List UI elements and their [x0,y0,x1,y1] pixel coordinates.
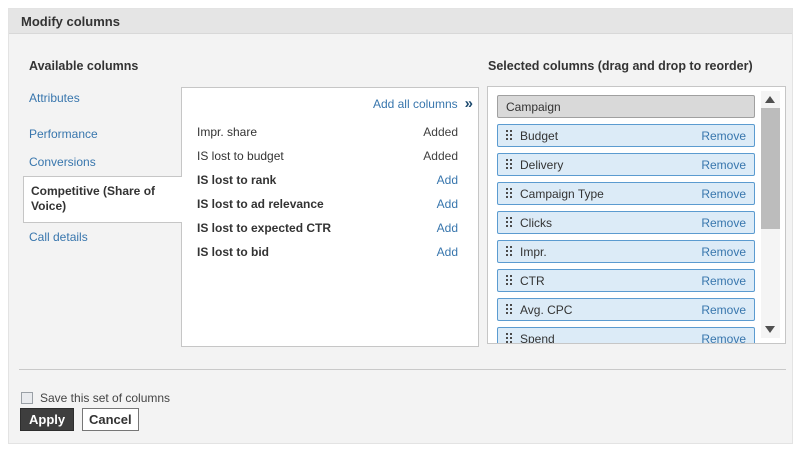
selected-item-label: Budget [520,129,701,143]
tab-competitive-share-of-voice-active[interactable]: Competitive (Share of Voice) [23,176,182,223]
modify-columns-dialog: Modify columns Available columns Selecte… [8,8,793,444]
tab-call-details[interactable]: Call details [29,230,88,244]
remove-link[interactable]: Remove [701,245,746,259]
remove-link[interactable]: Remove [701,303,746,317]
scroll-up-arrow-icon[interactable] [765,96,775,103]
selected-item[interactable]: Impr. Remove [497,240,755,263]
selected-item-label: Campaign [506,100,746,114]
added-status: Added [423,149,458,163]
selected-item[interactable]: Budget Remove [497,124,755,147]
selected-item-label: Campaign Type [520,187,701,201]
available-column-row: Impr. share Added [182,120,478,144]
remove-link[interactable]: Remove [701,187,746,201]
selected-columns-panel: Campaign Budget Remove Delivery Remove C… [487,86,786,344]
drag-handle-icon[interactable] [506,275,513,286]
column-label: IS lost to rank [197,173,276,187]
selected-item-label: Delivery [520,158,701,172]
selected-columns-list: Campaign Budget Remove Delivery Remove C… [497,95,755,344]
available-column-row: IS lost to budget Added [182,144,478,168]
add-link[interactable]: Add [437,173,458,187]
added-status: Added [423,125,458,139]
tab-conversions[interactable]: Conversions [29,155,96,169]
column-label: IS lost to expected CTR [197,221,331,235]
selected-item[interactable]: Delivery Remove [497,153,755,176]
tab-performance[interactable]: Performance [29,127,98,141]
available-column-row: IS lost to rank Add [182,168,478,192]
selected-item-label: CTR [520,274,701,288]
dialog-title: Modify columns [9,9,792,29]
available-column-row: IS lost to expected CTR Add [182,216,478,240]
drag-handle-icon[interactable] [506,159,513,170]
drag-handle-icon[interactable] [506,188,513,199]
save-columns-label: Save this set of columns [40,391,170,405]
drag-handle-icon[interactable] [506,333,513,344]
selected-item-label: Spend [520,332,701,345]
double-chevron-right-icon[interactable]: » [465,98,473,110]
available-columns-panel: Add all columns » Impr. share Added IS l… [181,87,479,347]
available-columns-heading: Available columns [29,59,138,73]
remove-link[interactable]: Remove [701,129,746,143]
available-column-row: IS lost to bid Add [182,240,478,264]
column-label: IS lost to bid [197,245,269,259]
column-label: IS lost to ad relevance [197,197,324,211]
scrollbar[interactable] [761,91,780,338]
remove-link[interactable]: Remove [701,332,746,345]
selected-item-label: Avg. CPC [520,303,701,317]
selected-columns-heading: Selected columns (drag and drop to reord… [488,59,753,73]
drag-handle-icon[interactable] [506,217,513,228]
selected-item-label: Clicks [520,216,701,230]
remove-link[interactable]: Remove [701,158,746,172]
selected-item[interactable]: Avg. CPC Remove [497,298,755,321]
selected-item[interactable]: Clicks Remove [497,211,755,234]
add-all-columns-row: Add all columns » [373,97,473,111]
available-columns-list: Impr. share Added IS lost to budget Adde… [182,120,478,264]
remove-link[interactable]: Remove [701,274,746,288]
add-all-columns-link[interactable]: Add all columns [373,97,458,111]
drag-handle-icon[interactable] [506,130,513,141]
apply-button[interactable]: Apply [20,408,74,431]
save-columns-row: Save this set of columns [21,391,170,405]
footer-divider [19,369,786,370]
drag-handle-icon[interactable] [506,304,513,315]
selected-item[interactable]: Spend Remove [497,327,755,344]
column-label: Impr. share [197,125,257,139]
selected-item-campaign-locked: Campaign [497,95,755,118]
scrollbar-thumb[interactable] [761,108,780,229]
drag-handle-icon[interactable] [506,246,513,257]
selected-item[interactable]: Campaign Type Remove [497,182,755,205]
available-column-row: IS lost to ad relevance Add [182,192,478,216]
column-label: IS lost to budget [197,149,284,163]
cancel-button[interactable]: Cancel [82,408,139,431]
add-link[interactable]: Add [437,197,458,211]
tab-attributes[interactable]: Attributes [29,91,80,105]
save-columns-checkbox[interactable] [21,392,33,404]
selected-item-label: Impr. [520,245,701,259]
add-link[interactable]: Add [437,245,458,259]
dialog-header-bar: Modify columns [9,9,792,34]
remove-link[interactable]: Remove [701,216,746,230]
selected-item[interactable]: CTR Remove [497,269,755,292]
scroll-down-arrow-icon[interactable] [765,326,775,333]
add-link[interactable]: Add [437,221,458,235]
